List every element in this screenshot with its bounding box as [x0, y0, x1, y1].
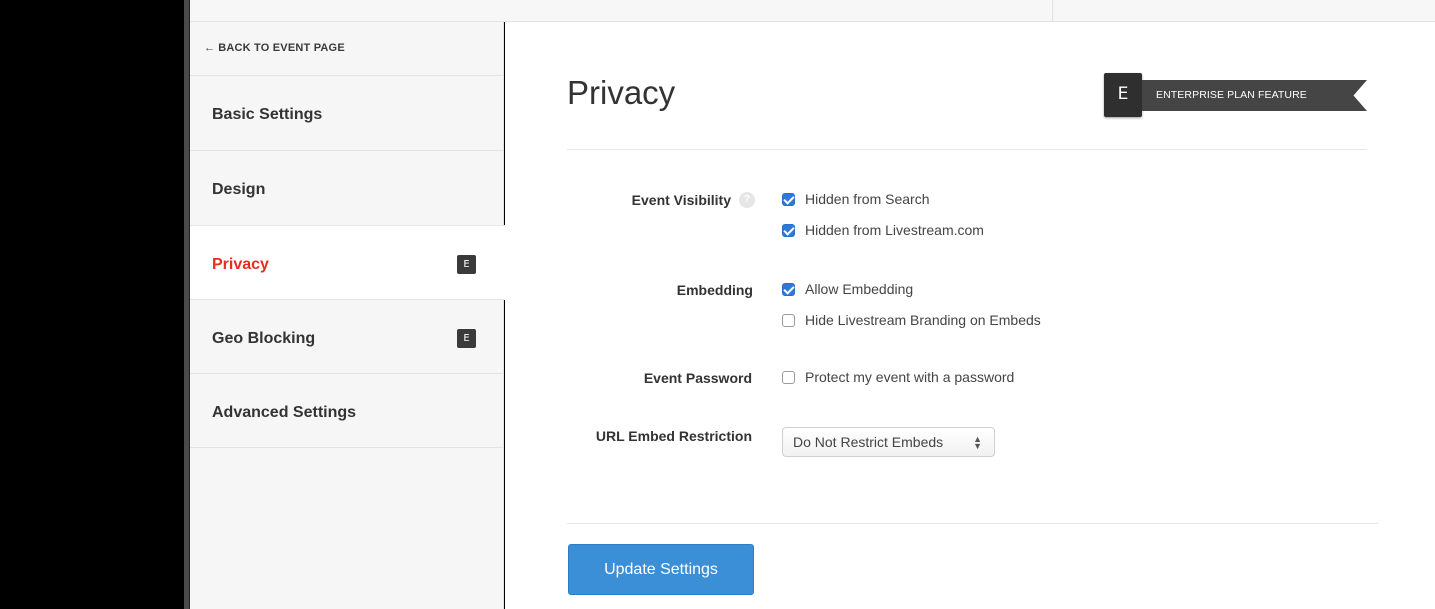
event-visibility-row-label: Event Visibility?	[620, 192, 755, 209]
enterprise-ribbon-label: ENTERPRISE PLAN FEATURE	[1142, 80, 1367, 111]
checkbox-label: Hide Livestream Branding on Embeds	[805, 312, 1041, 328]
select-value: Do Not Restrict Embeds	[793, 434, 944, 450]
checkbox-label: Allow Embedding	[805, 281, 914, 297]
hide-branding-checkbox[interactable]: Hide Livestream Branding on Embeds	[782, 311, 1041, 329]
back-to-event-link[interactable]: ← BACK TO EVENT PAGE	[204, 42, 345, 54]
enterprise-badge: E	[457, 329, 476, 348]
footer-divider	[567, 523, 1378, 524]
update-settings-button[interactable]: Update Settings	[568, 544, 754, 595]
back-arrow-icon: ←	[204, 42, 216, 54]
checkbox-label: Protect my event with a password	[805, 369, 1015, 385]
header-divider	[567, 149, 1367, 150]
sidebar-item-geo-blocking[interactable]: Geo Blocking E	[190, 299, 504, 374]
hidden-from-livestream-checkbox[interactable]: Hidden from Livestream.com	[782, 221, 984, 239]
embedding-label: Embedding	[676, 282, 753, 298]
sidebar-item-basic-settings[interactable]: Basic Settings	[190, 75, 504, 150]
sidebar-item-privacy[interactable]: Privacy E	[190, 225, 505, 300]
sidebar-item-design[interactable]: Design	[190, 150, 504, 225]
sidebar-item-label: Privacy	[212, 256, 269, 273]
checkbox-unchecked-icon[interactable]	[782, 313, 795, 327]
checkbox-label: Hidden from Livestream.com	[805, 222, 984, 238]
page-title: Privacy	[567, 74, 676, 111]
select-caret-icon: ▲ ▼	[973, 434, 982, 451]
url-embed-restriction-select[interactable]: Do Not Restrict Embeds ▲ ▼	[782, 427, 995, 457]
event-password-label: Event Password	[643, 370, 752, 386]
checkbox-checked-icon[interactable]	[782, 223, 795, 237]
top-strip-divider	[1052, 0, 1053, 22]
sidebar-divider	[190, 447, 504, 448]
hidden-from-search-checkbox[interactable]: Hidden from Search	[782, 190, 930, 208]
enterprise-badge: E	[457, 255, 476, 274]
sidebar-item-advanced-settings[interactable]: Advanced Settings	[190, 373, 504, 448]
enterprise-e-icon: E	[1104, 73, 1142, 117]
url-embed-restriction-label: URL Embed Restriction	[595, 428, 752, 444]
sidebar-item-label: Geo Blocking	[212, 330, 316, 347]
sidebar-item-label: Basic Settings	[212, 106, 323, 123]
event-visibility-label: Event Visibility	[631, 192, 731, 208]
privacy-settings-panel: Privacy E ENTERPRISE PLAN FEATURE Event …	[505, 22, 1435, 609]
back-link-label: BACK TO EVENT PAGE	[218, 42, 345, 54]
left-black-panel	[0, 0, 184, 609]
checkbox-unchecked-icon[interactable]	[782, 370, 795, 384]
password-protect-checkbox[interactable]: Protect my event with a password	[782, 368, 1014, 386]
checkbox-checked-icon[interactable]	[782, 192, 795, 206]
checkbox-checked-icon[interactable]	[782, 282, 795, 296]
settings-sidebar: ← BACK TO EVENT PAGE Basic Settings Desig…	[190, 22, 505, 609]
allow-embedding-checkbox[interactable]: Allow Embedding	[782, 280, 913, 298]
help-icon[interactable]: ?	[739, 192, 755, 209]
sidebar-item-label: Design	[212, 181, 266, 198]
checkbox-label: Hidden from Search	[805, 191, 930, 207]
sidebar-item-label: Advanced Settings	[212, 404, 357, 421]
top-strip	[190, 0, 1435, 22]
